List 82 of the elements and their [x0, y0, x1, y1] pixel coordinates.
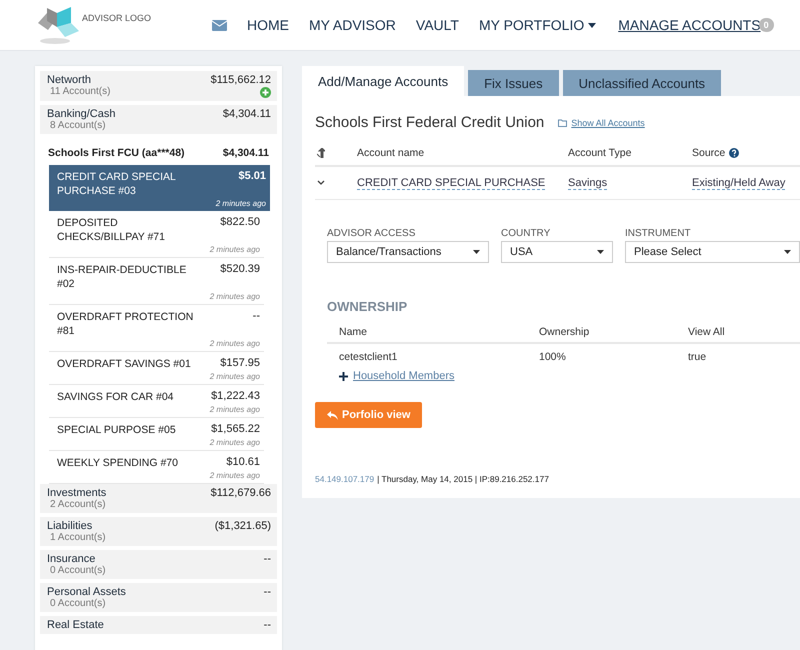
- category-row[interactable]: Networth 11 Account(s) $115,662.12: [40, 71, 277, 101]
- caret-icon: [588, 22, 596, 28]
- account-item[interactable]: DEPOSITED CHECKS/BILLPAY #71 $822.50 2 minutes ago: [49, 211, 264, 258]
- category-row[interactable]: Investments 2 Account(s) $112,679.66: [40, 484, 277, 513]
- select-field[interactable]: Balance/Transactions: [327, 241, 489, 263]
- category-name: Liabilities: [47, 520, 94, 532]
- mail-icon[interactable]: [212, 20, 227, 30]
- account-item[interactable]: OVERDRAFT PROTECTION #81 -- 2 minutes ago: [49, 305, 264, 352]
- nav-link[interactable]: MY PORTFOLIO: [478, 17, 596, 33]
- table-cell[interactable]: Savings: [568, 176, 608, 190]
- category-row[interactable]: Liabilities 1 Account(s) ($1,321.65): [40, 517, 277, 546]
- category-amount: $4,304.11: [222, 108, 271, 120]
- category-name: Banking/Cash: [47, 108, 116, 120]
- category-row[interactable]: Insurance 0 Account(s) --: [40, 550, 277, 579]
- category-amount: --: [264, 619, 271, 631]
- server-link[interactable]: 54.149.107.179: [315, 474, 374, 484]
- caret-icon: [784, 250, 791, 254]
- account-count: 0 Account(s): [50, 598, 107, 609]
- account-count: 1 Account(s): [50, 532, 106, 543]
- household-link[interactable]: Household Members: [339, 370, 800, 382]
- table-cell[interactable]: CREDIT CARD SPECIAL PURCHASE: [357, 176, 546, 190]
- column-header: Name: [339, 326, 368, 338]
- account-count: 0 Account(s): [50, 565, 106, 576]
- account-count: 8 Account(s): [50, 120, 107, 131]
- select-field[interactable]: Please Select: [625, 241, 800, 263]
- column-header: Account Type: [568, 147, 632, 159]
- column-header: Account name: [357, 147, 426, 159]
- select-field[interactable]: USA: [501, 241, 613, 263]
- account-count: 2 Account(s): [50, 499, 106, 510]
- category-name: Personal Assets: [47, 586, 126, 598]
- category-amount: --: [264, 553, 271, 565]
- show-all-link[interactable]: Show All Accounts: [558, 118, 645, 128]
- reply-arrow-icon: [327, 410, 338, 420]
- chevron-icon[interactable]: [317, 180, 325, 186]
- caret-icon: [597, 250, 604, 254]
- sort-icon[interactable]: [317, 148, 325, 158]
- table-cell-text: 100%: [539, 351, 567, 363]
- column-header: Ownership: [539, 326, 590, 338]
- field-label: COUNTRY: [501, 228, 552, 239]
- account-item[interactable]: SAVINGS FOR CAR #04 $1,222.43 2 minutes ago: [49, 385, 264, 418]
- category-name: Real Estate: [47, 619, 104, 631]
- category-amount: ($1,321.65): [214, 520, 271, 532]
- account-item[interactable]: SPECIAL PURPOSE #05 $1,565.22 2 minutes ago: [49, 418, 264, 451]
- account-item[interactable]: CREDIT CARD SPECIAL PURCHASE #03 $5.01 2 minutes ago: [49, 165, 270, 211]
- institution-name: Schools First FCU (aa***48): [48, 147, 185, 159]
- account-item[interactable]: OVERDRAFT SAVINGS #01 $157.95 2 minutes ago: [49, 352, 264, 385]
- category-row[interactable]: Real Estate --: [40, 616, 277, 634]
- tab[interactable]: Fix Issues: [468, 70, 559, 96]
- category-row[interactable]: Banking/Cash 8 Account(s) $4,304.11: [40, 105, 277, 134]
- category-amount: --: [264, 586, 271, 598]
- help-icon[interactable]: [729, 148, 740, 158]
- category-name: Investments: [47, 487, 106, 499]
- nav-link[interactable]: VAULT: [416, 17, 459, 33]
- footer-info: | Thursday, May 14, 2015 | IP:89.216.252.177: [377, 474, 549, 484]
- field-label: ADVISOR ACCESS: [327, 228, 416, 239]
- nav-link[interactable]: MY ADVISOR: [309, 17, 396, 33]
- count-badge: 0: [758, 18, 774, 32]
- column-header: Source: [692, 147, 800, 159]
- plus-icon: [339, 372, 348, 380]
- account-count: 11 Account(s): [50, 86, 110, 97]
- folder-icon: [558, 118, 568, 126]
- nav-link[interactable]: HOME: [247, 17, 289, 33]
- table-cell[interactable]: Existing/Held Away: [692, 176, 786, 190]
- caret-icon: [473, 250, 480, 254]
- column-header: View All: [688, 326, 726, 338]
- category-amount: $112,679.66: [210, 487, 271, 499]
- category-name: Networth: [47, 74, 92, 86]
- category-amount: $115,662.12: [210, 74, 271, 86]
- table-cell-text: true: [688, 351, 708, 363]
- table-cell-text: cetestclient1: [339, 351, 398, 363]
- add-icon[interactable]: [260, 87, 271, 98]
- institution-title: Schools First Federal Credit Union: [315, 114, 544, 131]
- institution-amount: $4,304.11: [222, 147, 269, 159]
- category-name: Insurance: [47, 553, 96, 565]
- section-title: OWNERSHIP: [327, 299, 408, 314]
- account-item[interactable]: INS-REPAIR-DEDUCTIBLE #02 $520.39 2 minutes ago: [49, 258, 264, 305]
- logo-text: ADVISOR LOGO: [82, 13, 152, 23]
- tab[interactable]: Add/Manage Accounts: [302, 66, 464, 96]
- field-label: INSTRUMENT: [625, 228, 692, 239]
- tab[interactable]: Unclassified Accounts: [562, 70, 722, 96]
- nav-link[interactable]: MANAGE ACCOUNTS: [618, 17, 761, 33]
- category-row[interactable]: Personal Assets 0 Account(s) --: [40, 583, 277, 612]
